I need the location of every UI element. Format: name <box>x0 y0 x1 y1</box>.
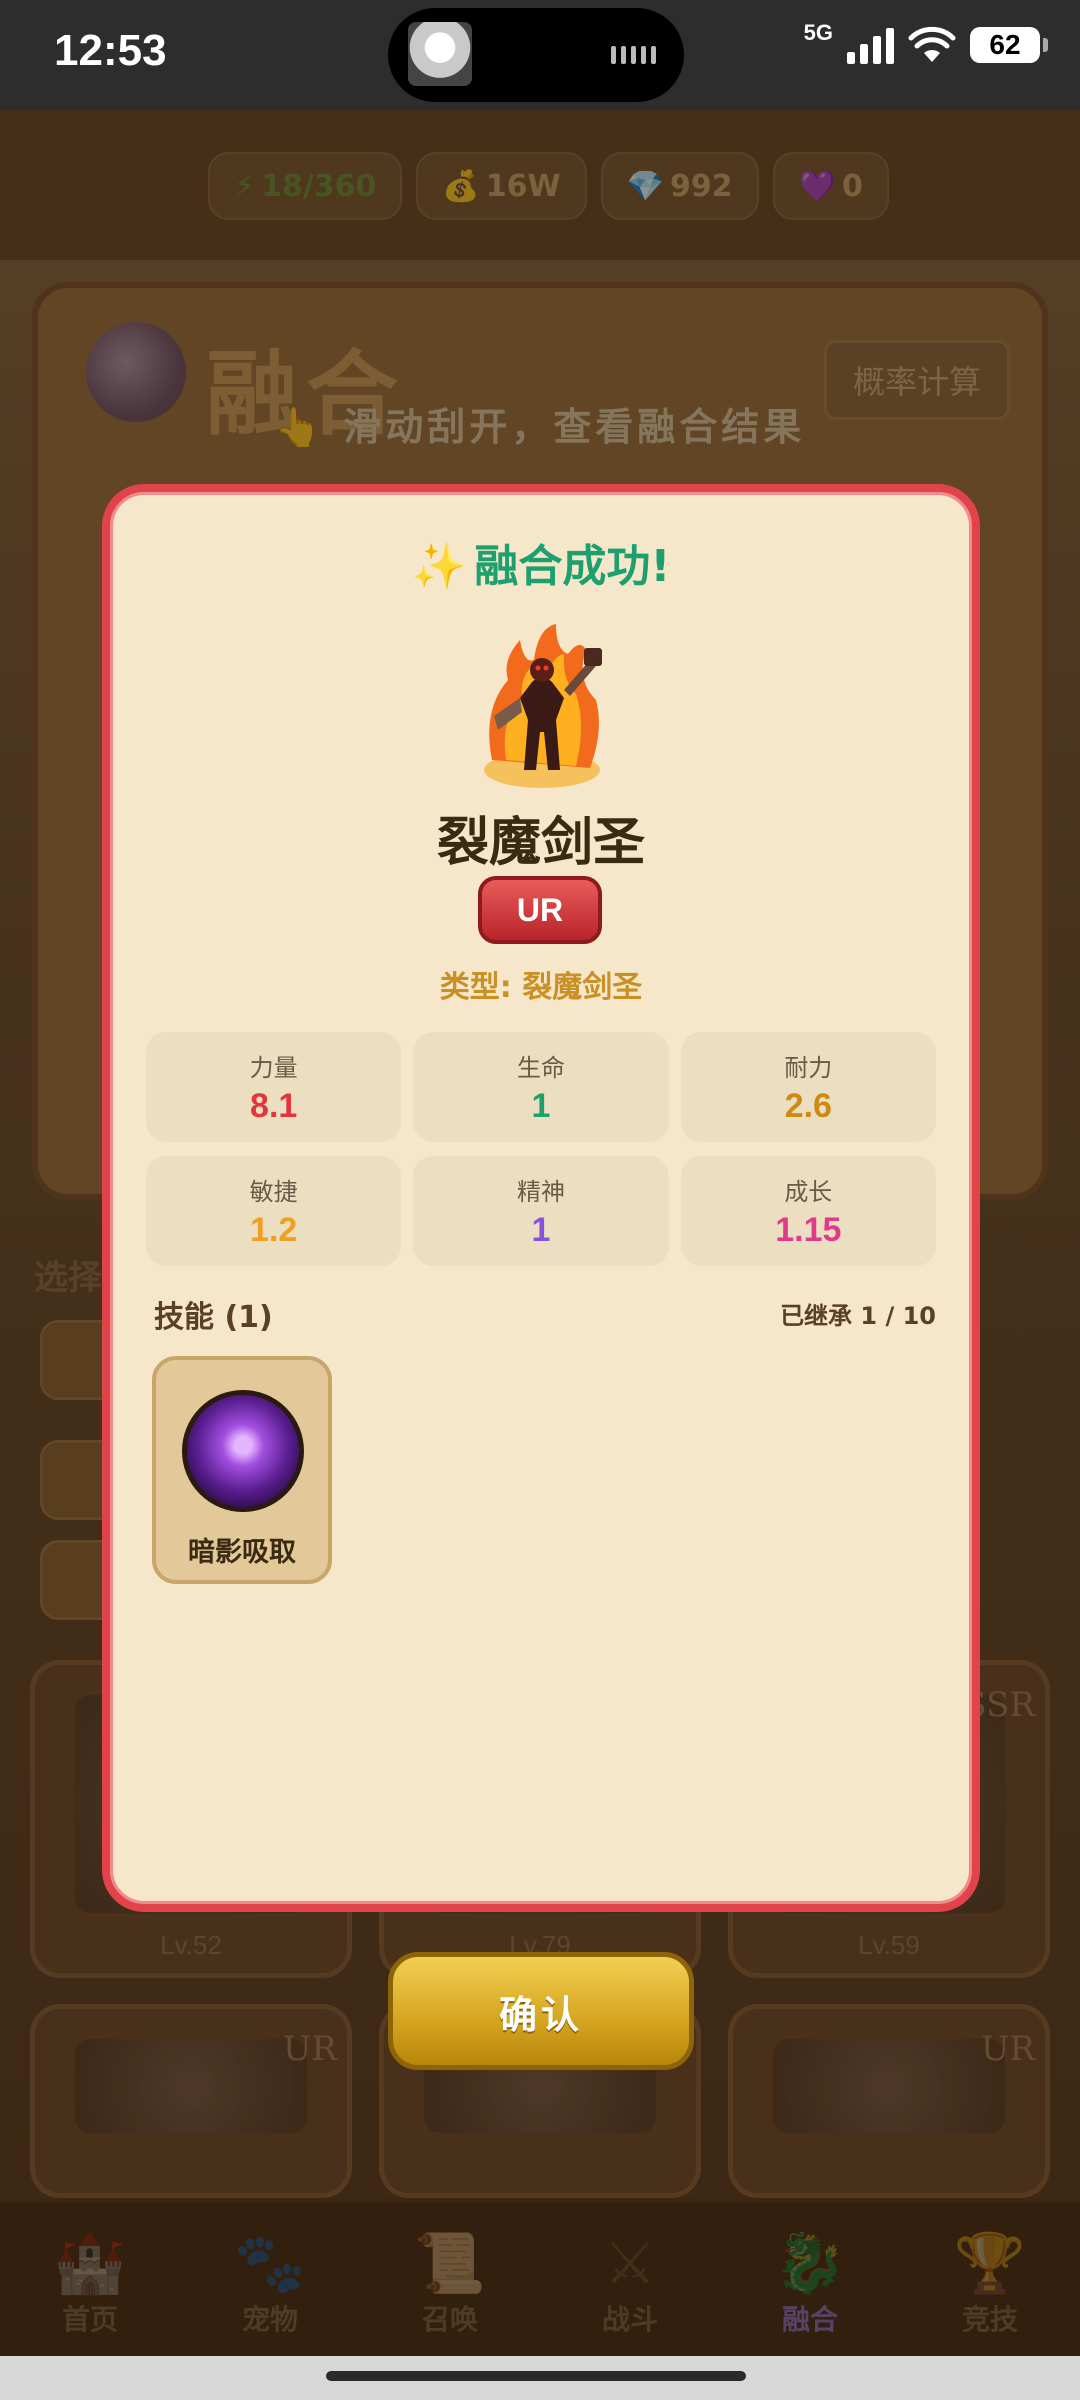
stat-value: 1 <box>531 1211 551 1249</box>
stat-value: 1.15 <box>775 1211 842 1249</box>
home-indicator[interactable] <box>326 2371 746 2381</box>
status-bar: 12:53 5G 62 <box>0 0 1080 110</box>
skills-header: 技能 (1) <box>154 1300 273 1335</box>
stat-label: 耐力 <box>784 1054 833 1082</box>
stat-label: 成长 <box>784 1178 833 1206</box>
dynamic-island <box>388 8 684 102</box>
stat-cell-health: 生命 1 <box>413 1032 669 1142</box>
hero-type: 类型: 裂魔剑圣 <box>439 970 643 1005</box>
stat-cell-strength: 力量 8.1 <box>146 1032 402 1142</box>
fusion-result-modal: ✨ 融合成功! 裂魔剑圣 UR 类型: 裂魔剑圣 力量 8.1 生命 1 耐力 2… <box>102 484 980 1912</box>
confirm-button[interactable]: 确认 <box>388 1952 694 2070</box>
stat-cell-endurance: 耐力 2.6 <box>680 1032 936 1142</box>
stat-label: 敏捷 <box>249 1178 298 1206</box>
hero-name: 裂魔剑圣 <box>436 813 645 873</box>
modal-title: ✨ 融合成功! <box>110 530 972 594</box>
stat-value: 2.6 <box>784 1087 832 1125</box>
stat-value: 1.2 <box>250 1211 298 1249</box>
now-playing-thumbnail <box>408 22 472 86</box>
sparkles-icon: ✨ <box>411 541 467 592</box>
modal-title-text: 融合成功! <box>474 541 671 592</box>
hero-portrait <box>484 624 602 788</box>
rarity-badge: UR <box>478 876 602 944</box>
shadow-drain-icon <box>182 1390 304 1512</box>
signal-icon <box>847 26 894 64</box>
status-time: 12:53 <box>54 26 167 75</box>
stats-grid: 力量 8.1 生命 1 耐力 2.6 敏捷 1.2 精神 1 成长 1.15 <box>146 1032 936 1266</box>
wifi-icon <box>908 26 956 62</box>
audio-wave-icon <box>611 46 656 64</box>
stat-value: 1 <box>531 1087 551 1125</box>
stat-cell-spirit: 精神 1 <box>413 1156 669 1266</box>
stat-cell-agility: 敏捷 1.2 <box>146 1156 402 1266</box>
stat-cell-growth: 成长 1.15 <box>680 1156 936 1266</box>
stat-label: 力量 <box>249 1054 298 1082</box>
inherit-count: 已继承 1 / 10 <box>780 1302 936 1330</box>
stat-label: 生命 <box>516 1054 565 1082</box>
stat-label: 精神 <box>516 1178 565 1206</box>
status-indicators: 5G 62 <box>804 20 1048 64</box>
skill-card[interactable]: 暗影吸取 <box>152 1356 332 1584</box>
stat-value: 8.1 <box>250 1087 298 1125</box>
skill-name: 暗影吸取 <box>188 1537 296 1568</box>
network-type: 5G <box>803 20 833 45</box>
battery-icon: 62 <box>970 27 1048 63</box>
